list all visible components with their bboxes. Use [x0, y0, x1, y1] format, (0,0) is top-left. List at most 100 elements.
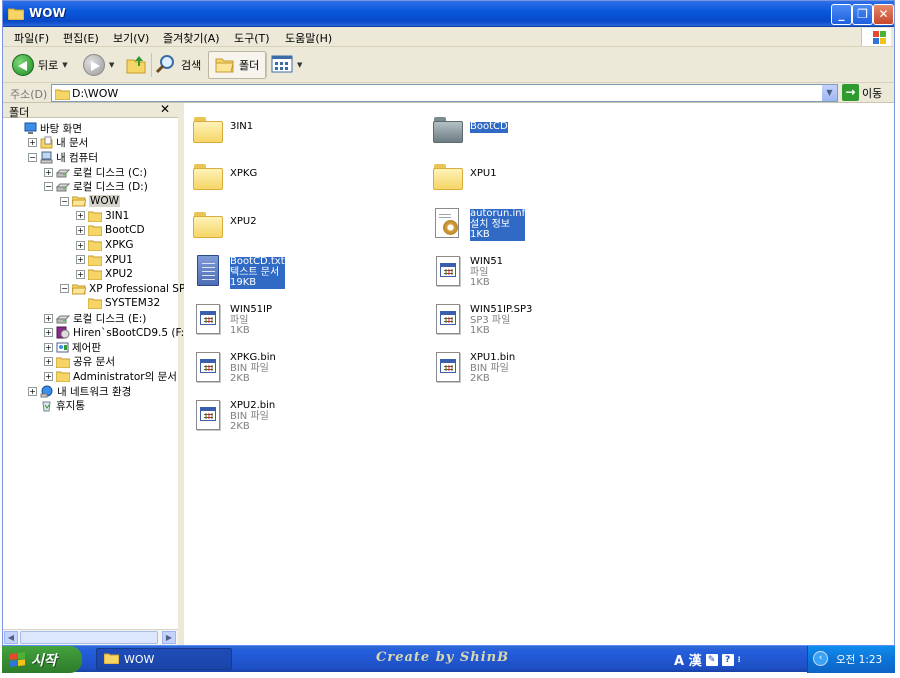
menu-help[interactable]: 도움말(H): [285, 30, 332, 46]
scroll-right-icon[interactable]: ▶: [162, 631, 176, 644]
close-icon[interactable]: ✕: [160, 102, 170, 116]
folder-icon: [88, 239, 102, 252]
menu-favorites[interactable]: 즐겨찾기(A): [163, 30, 220, 46]
file-item[interactable]: autorun.inf 설치 정보 1KB: [432, 207, 526, 241]
file-labels: 3IN1: [230, 112, 253, 144]
tree-item-wow[interactable]: − WOW: [60, 194, 121, 209]
expand-icon[interactable]: +: [76, 255, 85, 265]
tree-item-desktop[interactable]: 바탕 화면: [12, 121, 82, 136]
folders-pane-header: 폴더 ✕: [3, 102, 178, 119]
expand-icon[interactable]: +: [76, 240, 85, 250]
file-item[interactable]: BootCD: [432, 112, 508, 144]
tree-item-my-network-places[interactable]: + 내 네트워크 환경: [28, 384, 131, 399]
folders-button[interactable]: 폴더: [208, 51, 267, 79]
chevron-down-icon[interactable]: ▼: [62, 61, 67, 69]
expand-icon[interactable]: +: [44, 342, 53, 352]
file-item[interactable]: XPU2: [192, 207, 257, 239]
ime-tool-icon[interactable]: ✎: [705, 653, 718, 666]
expand-icon[interactable]: +: [44, 167, 53, 177]
menu-edit[interactable]: 편집(E): [63, 30, 99, 46]
tree-item-control-panel[interactable]: + 제어판: [44, 340, 101, 355]
search-button[interactable]: 검색: [155, 51, 201, 79]
folder-icon: [88, 224, 102, 237]
folder-icon: [192, 159, 224, 191]
file-item[interactable]: XPU1.bin BIN 파일 2KB: [432, 351, 515, 385]
file-item[interactable]: WIN51IP 파일 1KB: [192, 303, 272, 337]
tree-item-xpkg[interactable]: + XPKG: [76, 238, 134, 253]
address-input[interactable]: D:\WOW ▼: [51, 84, 838, 102]
expand-icon[interactable]: +: [28, 386, 37, 396]
go-label: 이동: [862, 86, 883, 100]
file-item[interactable]: XPKG: [192, 159, 257, 191]
tree-item-xpu1[interactable]: + XPU1: [76, 252, 133, 267]
tree-item-system32[interactable]: SYSTEM32: [76, 296, 160, 311]
title-bar[interactable]: WOW _ ❐ ✕: [3, 1, 894, 27]
minimize-button[interactable]: _: [831, 4, 852, 25]
file-size: 19KB: [230, 277, 285, 289]
up-folder-button[interactable]: [125, 51, 147, 79]
folder-icon: [56, 370, 70, 383]
collapse-icon[interactable]: −: [60, 284, 69, 294]
go-arrow-icon: →: [842, 84, 859, 101]
expand-icon[interactable]: +: [44, 357, 53, 367]
tree-item-label: 로컬 디스크 (E:): [73, 312, 147, 325]
collapse-icon[interactable]: −: [44, 182, 53, 192]
taskbar-item-wow[interactable]: WOW: [96, 648, 232, 670]
tree-item-my-computer[interactable]: − 내 컴퓨터: [28, 150, 98, 165]
tree-item-xp-professional-sp3[interactable]: − XP Professional SP3: [60, 282, 192, 297]
tree-item-bootcd[interactable]: + BootCD: [76, 223, 145, 238]
brand-text: Create by ShinB: [376, 650, 510, 665]
ime-help-icon[interactable]: ?: [721, 653, 734, 666]
tree-item-label: Hiren`sBootCD9.5 (F:): [73, 326, 189, 339]
expand-icon[interactable]: +: [76, 225, 85, 235]
file-name: WIN51: [470, 256, 504, 267]
file-item[interactable]: XPKG.bin BIN 파일 2KB: [192, 351, 276, 385]
tree-item-hirens-bootcd[interactable]: + Hiren`sBootCD9.5 (F:): [44, 325, 188, 340]
expand-icon[interactable]: +: [28, 138, 37, 148]
expand-icon[interactable]: +: [76, 211, 85, 221]
tree-item-administrator-documents[interactable]: + Administrator의 문서: [44, 369, 177, 384]
options-icon[interactable]: ⁝: [738, 655, 741, 664]
collapse-icon[interactable]: −: [28, 152, 37, 162]
chevron-down-icon[interactable]: ▼: [822, 85, 837, 101]
language-bar[interactable]: A 漢 ✎ ? ⁝: [674, 650, 741, 669]
scroll-left-icon[interactable]: ◀: [4, 631, 18, 644]
file-name: WIN51IP: [230, 304, 273, 315]
tree-item-recycle-bin[interactable]: 휴지통: [28, 398, 85, 413]
file-item[interactable]: 3IN1: [192, 112, 253, 144]
tree-item-3in1[interactable]: +3IN1: [76, 209, 129, 224]
menu-view[interactable]: 보기(V): [113, 30, 149, 46]
menu-file[interactable]: 파일(F): [14, 30, 49, 46]
tree-item-shared-documents[interactable]: + 공유 문서: [44, 355, 115, 370]
back-button[interactable]: 뒤로 ▼: [12, 51, 68, 79]
expand-icon[interactable]: +: [44, 313, 53, 323]
tree-item-xpu2[interactable]: + XPU2: [76, 267, 133, 282]
tree-item-local-disk-d[interactable]: − 로컬 디스크 (D:): [44, 179, 148, 194]
back-arrow-icon: [12, 54, 34, 76]
tree-item-local-disk-e[interactable]: + 로컬 디스크 (E:): [44, 311, 146, 326]
forward-button[interactable]: ▼: [83, 51, 114, 79]
file-item[interactable]: WIN51 파일 1KB: [432, 255, 503, 289]
ime-mode[interactable]: A 漢: [674, 650, 702, 669]
file-item[interactable]: BootCD.txt 텍스트 문서 19KB: [192, 255, 285, 289]
maximize-button[interactable]: ❐: [852, 4, 873, 25]
expand-icon[interactable]: +: [44, 328, 53, 338]
collapse-icon[interactable]: −: [60, 196, 69, 206]
scrollbar-thumb[interactable]: [20, 631, 158, 644]
tree-item-local-disk-c[interactable]: + 로컬 디스크 (C:): [44, 165, 147, 180]
show-hidden-icons-icon[interactable]: ‹: [813, 651, 828, 666]
expand-icon[interactable]: +: [44, 371, 53, 381]
expand-icon[interactable]: +: [76, 269, 85, 279]
file-item[interactable]: XPU1: [432, 159, 497, 191]
file-item[interactable]: XPU2.bin BIN 파일 2KB: [192, 399, 275, 433]
file-item[interactable]: WIN51IP.SP3 SP3 파일 1KB: [432, 303, 532, 337]
chevron-down-icon[interactable]: ▼: [109, 61, 114, 69]
go-button[interactable]: → 이동: [842, 84, 882, 101]
horizontal-scrollbar[interactable]: ◀ ▶: [3, 629, 178, 645]
menu-tools[interactable]: 도구(T): [234, 30, 270, 46]
close-button[interactable]: ✕: [873, 4, 894, 25]
tree-item-my-documents[interactable]: + 내 문서: [28, 136, 88, 151]
start-button[interactable]: 시작: [2, 646, 82, 673]
views-button[interactable]: ▼: [271, 51, 302, 79]
chevron-down-icon[interactable]: ▼: [297, 61, 302, 69]
